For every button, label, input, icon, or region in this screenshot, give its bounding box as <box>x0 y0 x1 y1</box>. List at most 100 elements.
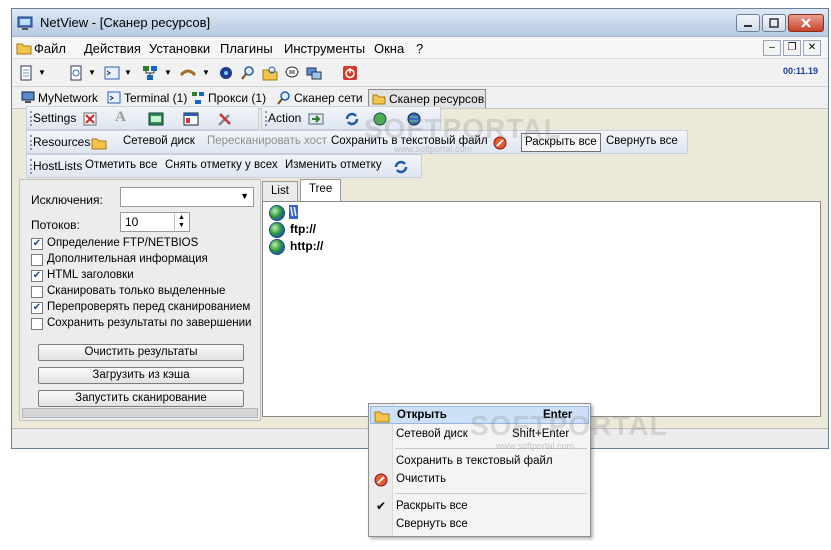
ctx-expand-all[interactable]: ✔ Раскрыть все <box>370 498 589 516</box>
results-panel: List Tree \\ ftp:// http:// <box>262 179 824 421</box>
checkbox[interactable] <box>31 286 43 298</box>
menu-help[interactable]: ? <box>416 41 423 56</box>
tree-node-label: \\ <box>289 205 298 219</box>
dropdown-arrow-icon[interactable]: ▼ <box>164 68 172 77</box>
dropdown-arrow-icon[interactable]: ▼ <box>88 68 96 77</box>
menu-settings[interactable]: Установки <box>149 41 210 56</box>
resource-tree[interactable]: \\ ftp:// http:// <box>262 201 821 417</box>
globe-icon <box>269 205 285 221</box>
menu-separator <box>395 493 587 494</box>
ctx-save-text[interactable]: Сохранить в текстовый файл <box>370 453 589 471</box>
clear-icon <box>373 472 389 488</box>
unmark-all-button[interactable]: Снять отметку у всех <box>165 159 278 171</box>
ctx-collapse-all[interactable]: Свернуть все <box>370 516 589 534</box>
folder-icon[interactable] <box>91 135 107 151</box>
tree-node-label: http:// <box>290 239 324 253</box>
globe-icon <box>269 239 285 255</box>
change-mark-button[interactable]: Изменить отметку <box>285 159 382 171</box>
tab-tree[interactable]: Tree <box>300 179 342 202</box>
menu-actions[interactable]: Действия <box>84 41 141 56</box>
load-cache-button[interactable]: Загрузить из кэша <box>38 367 244 384</box>
mdi-minimize-button[interactable]: – <box>763 40 781 56</box>
exclusions-label: Исключения: <box>31 193 103 207</box>
start-scan-button[interactable]: Запустить сканирование <box>38 390 244 407</box>
tab-list[interactable]: List <box>262 181 298 201</box>
threads-stepper[interactable]: 10 ▲ ▼ <box>120 212 190 232</box>
computer-icon <box>21 91 35 103</box>
hostlists-band: HostLists Отметить все Снять отметку у в… <box>26 154 422 178</box>
dropdown-arrow-icon[interactable]: ▼ <box>124 68 132 77</box>
mdi-close-button[interactable]: ✕ <box>803 40 821 56</box>
clear-results-button[interactable]: Очистить результаты <box>38 344 244 361</box>
ctx-clear[interactable]: Очистить <box>370 471 589 489</box>
folder-search-icon[interactable] <box>262 65 278 81</box>
power-icon[interactable] <box>342 65 358 81</box>
network-icon[interactable] <box>142 65 158 81</box>
checkbox[interactable]: ✔ <box>31 270 43 282</box>
terminal-icon <box>107 91 121 104</box>
folder-icon <box>374 408 390 424</box>
checkbox[interactable] <box>31 254 43 266</box>
window-icon[interactable] <box>183 111 199 127</box>
threads-label: Потоков: <box>31 218 80 232</box>
ctx-net-disk[interactable]: Сетевой диск Shift+Enter <box>370 426 589 444</box>
globe-icon <box>269 222 285 238</box>
collapse-all-button[interactable]: Свернуть все <box>606 135 678 147</box>
terminal-icon[interactable] <box>104 65 120 81</box>
action-band-label: Action <box>268 111 302 125</box>
maximize-button[interactable] <box>762 14 786 32</box>
menu-plugins[interactable]: Плагины <box>220 41 273 56</box>
threads-value: 10 <box>125 215 139 229</box>
checkbox[interactable] <box>31 318 43 330</box>
computers-icon[interactable] <box>306 65 322 81</box>
close-icon <box>801 18 811 28</box>
mark-all-button[interactable]: Отметить все <box>85 159 157 171</box>
horizontal-scrollbar[interactable] <box>22 408 258 418</box>
mdi-restore-button[interactable]: ❐ <box>783 40 801 56</box>
menu-file[interactable]: Файл <box>34 41 66 56</box>
search-icon[interactable] <box>240 65 256 81</box>
expand-all-button[interactable]: Раскрыть все <box>521 133 601 152</box>
scan-options-panel: Исключения: ▼ Потоков: 10 ▲ ▼ ✔ Определен… <box>19 179 261 421</box>
window-title: NetView - [Сканер ресурсов] <box>40 15 211 30</box>
title-bar[interactable]: NetView - [Сканер ресурсов] <box>12 9 828 37</box>
pipe-icon[interactable] <box>180 65 196 81</box>
stepper-arrows-icon[interactable]: ▲ ▼ <box>174 214 188 230</box>
ctx-open[interactable]: Открыть Enter <box>370 406 589 424</box>
page-search-icon[interactable] <box>68 65 84 81</box>
chevron-down-icon[interactable]: ▼ <box>240 191 249 201</box>
app-window: NetView - [Сканер ресурсов] Файл Действи… <box>11 8 829 449</box>
exclusions-combo[interactable]: ▼ <box>120 187 254 207</box>
net-disk-button[interactable]: Сетевой диск <box>123 135 195 147</box>
maximize-icon <box>769 18 779 28</box>
check-icon: ✔ <box>375 499 387 513</box>
html-icon[interactable] <box>148 111 164 127</box>
tools-icon[interactable] <box>217 111 233 127</box>
rescan-host-button[interactable]: Пересканировать хост <box>207 135 327 147</box>
radar-icon[interactable] <box>218 65 234 81</box>
minimize-button[interactable] <box>736 14 760 32</box>
menu-bar: Файл Действия Установки Плагины Инструме… <box>12 37 828 59</box>
font-icon[interactable]: A <box>115 109 126 126</box>
delete-icon[interactable] <box>82 111 98 127</box>
clear-icon[interactable] <box>492 135 508 151</box>
checkbox[interactable]: ✔ <box>31 238 43 250</box>
checkbox[interactable]: ✔ <box>31 302 43 314</box>
globe-icon[interactable] <box>406 111 422 127</box>
proxy-icon <box>192 92 204 104</box>
settings-band: Settings A <box>26 106 259 130</box>
save-text-file-button[interactable]: Сохранить в текстовый файл <box>331 135 488 147</box>
refresh-icon[interactable] <box>393 159 409 175</box>
dropdown-arrow-icon[interactable]: ▼ <box>38 68 46 77</box>
chat-icon[interactable] <box>284 65 300 81</box>
close-button[interactable] <box>788 14 824 32</box>
refresh-icon[interactable] <box>344 111 360 127</box>
hostlists-band-label: HostLists <box>33 159 83 173</box>
menu-windows[interactable]: Окна <box>374 41 404 56</box>
menu-tools[interactable]: Инструменты <box>284 41 365 56</box>
document-icon[interactable] <box>18 65 34 81</box>
folder-icon <box>372 94 386 105</box>
globe-add-icon[interactable] <box>372 111 388 127</box>
go-arrow-icon[interactable] <box>308 111 324 127</box>
dropdown-arrow-icon[interactable]: ▼ <box>202 68 210 77</box>
